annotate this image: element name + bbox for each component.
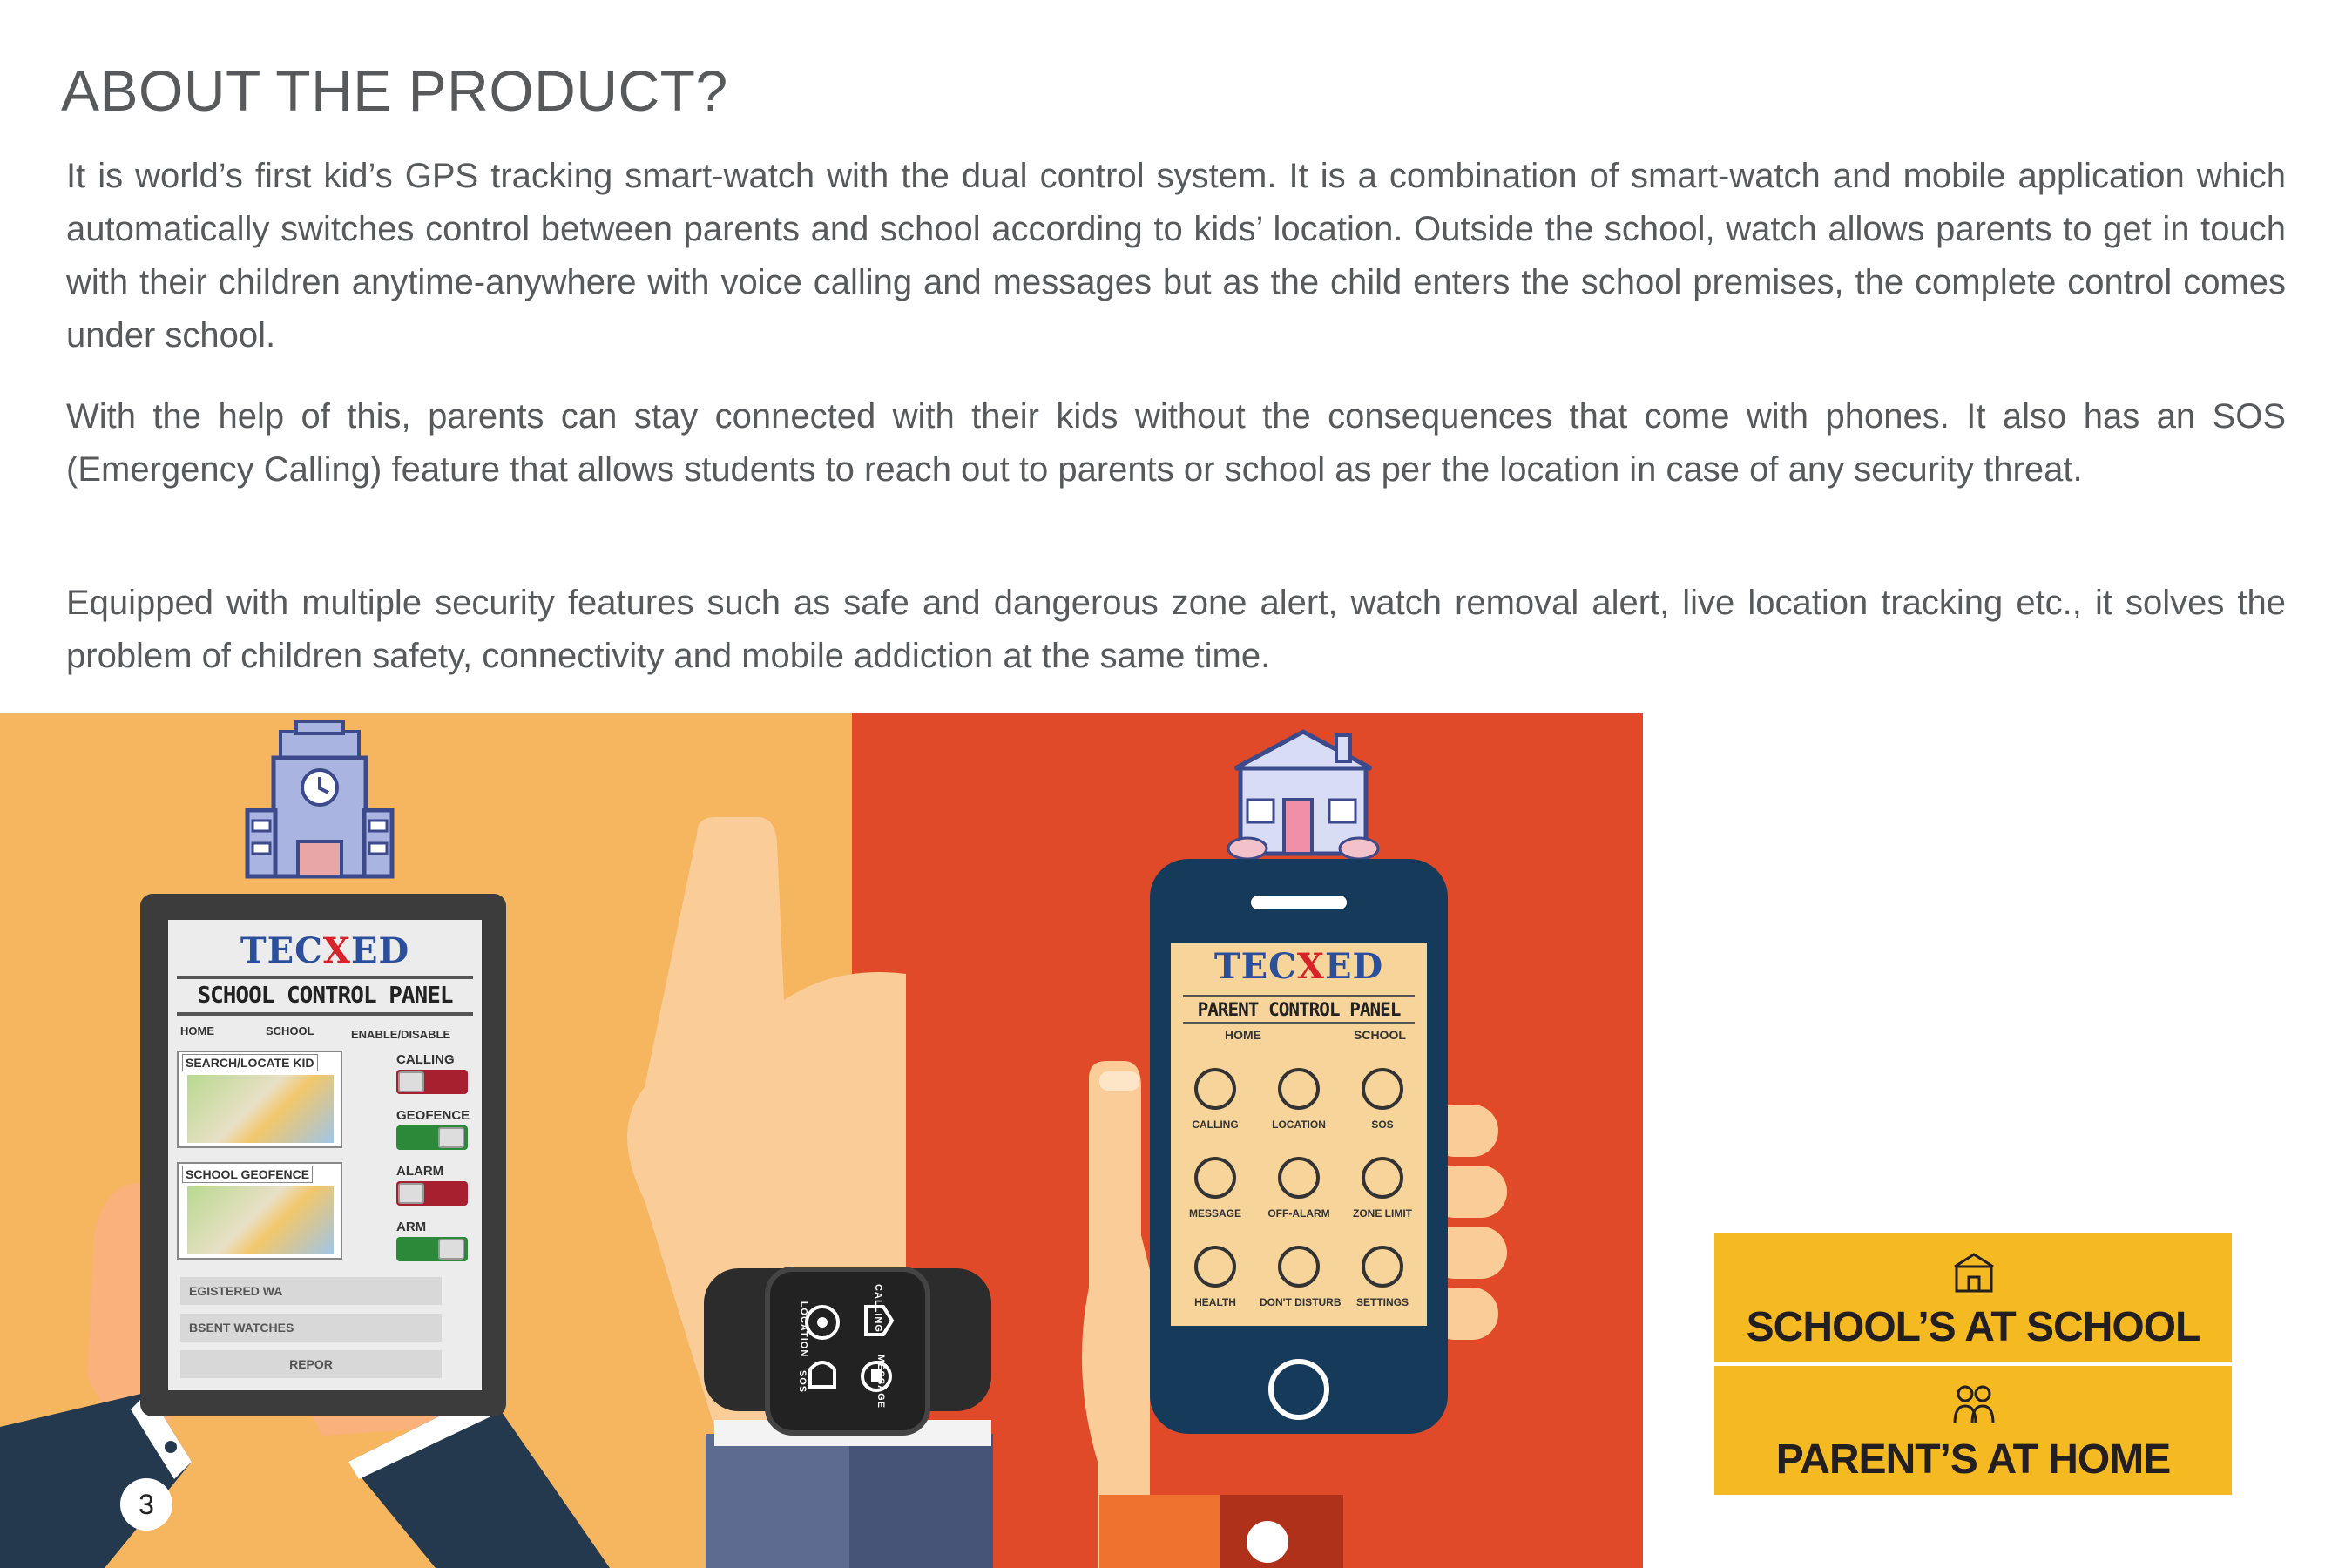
school-slogan: SCHOOL’S AT SCHOOL <box>1746 1304 2201 1350</box>
ribbon-light: ONLY <box>1988 982 2161 1056</box>
phone-speaker <box>1251 896 1347 909</box>
school-tag: SCHOOL <box>266 1024 314 1037</box>
feature-settings[interactable]: SETTINGS <box>1343 1242 1422 1308</box>
tecxed-logo: TECXED <box>1171 946 1427 987</box>
family-icon <box>1953 1385 1995 1424</box>
arm-toggle[interactable] <box>396 1237 468 1261</box>
brand-part: ED <box>350 930 410 971</box>
parent-slogan-box: PARENT’S AT HOME <box>1714 1366 2232 1495</box>
features-paragraph: Equipped with multiple security features… <box>66 584 2286 675</box>
geofence-toggle[interactable] <box>396 1125 468 1150</box>
parent-control-panel: TECXED PARENT CONTROL PANEL HOME SCHOOL … <box>1171 943 1427 1326</box>
feature-label: SETTINGS <box>1355 1296 1409 1308</box>
registered-watches-row[interactable]: EGISTERED WA <box>180 1277 442 1305</box>
feature-health[interactable]: HEALTH <box>1176 1242 1254 1308</box>
brand-part: TEC <box>1213 946 1297 987</box>
zone-map-icon <box>1358 1153 1407 1202</box>
school-tag: SCHOOL <box>1354 1028 1406 1042</box>
ribbon-headline-3: WATCH WITH <box>1738 1092 2155 1168</box>
no-entry-icon <box>1274 1242 1323 1291</box>
home-building-icon <box>1227 729 1380 861</box>
feature-label: HEALTH <box>1194 1296 1236 1308</box>
location-pin-icon <box>1274 1064 1323 1113</box>
feature-label: MESSAGE <box>1188 1207 1241 1220</box>
ribbon-headline-2: KID’S GPS TRACKING <box>1736 1048 2197 1095</box>
parent-panel-title: PARENT CONTROL PANEL <box>1183 995 1415 1024</box>
home-button[interactable] <box>1268 1359 1329 1420</box>
feature-label: LOCATION <box>1272 1119 1326 1131</box>
calling-toggle[interactable] <box>396 1070 468 1094</box>
parent-slogan: PARENT’S AT HOME <box>1775 1436 2171 1483</box>
brand-part: X <box>322 930 351 971</box>
feature-don-t-disturb[interactable]: DON'T DISTURB <box>1260 1242 1342 1308</box>
feature-label: DON'T DISTURB <box>1260 1296 1342 1308</box>
parent-phone: TECXED PARENT CONTROL PANEL HOME SCHOOL … <box>1150 859 1448 1434</box>
smartwatch-face: LOCATION CALLING SOS MESSAGE <box>765 1267 930 1436</box>
feature-label: OFF-ALARM <box>1267 1207 1330 1220</box>
ribbon-bold: WATCH <box>1738 1093 1972 1167</box>
feature-label: CALLING <box>1192 1119 1239 1131</box>
toggle-label: ALARM <box>396 1164 444 1179</box>
gear-icon <box>1358 1242 1407 1291</box>
microphone-icon <box>1191 1153 1240 1202</box>
feature-message[interactable]: MESSAGE <box>1176 1153 1254 1220</box>
brand-part: ED <box>1324 946 1384 987</box>
map-thumbnail <box>187 1186 334 1254</box>
wrist-icon <box>627 817 993 1568</box>
map-thumbnail <box>187 1075 334 1143</box>
school-control-panel: TECXED SCHOOL CONTROL PANEL HOME SCHOOL … <box>168 920 482 1390</box>
sos-paragraph: With the help of this, parents can stay … <box>66 397 2286 489</box>
watch-calling-label: CALLING <box>872 1284 883 1333</box>
watch-message-label: MESSAGE <box>875 1354 887 1409</box>
feature-zone-limit[interactable]: ZONE LIMIT <box>1343 1153 1422 1220</box>
box-label: SCHOOL GEOFENCE <box>182 1166 314 1183</box>
feature-sos[interactable]: SOS <box>1343 1064 1422 1131</box>
school-icon <box>1954 1253 1994 1293</box>
school-building-icon <box>245 720 395 879</box>
toggle-label: CALLING <box>396 1052 455 1067</box>
enable-disable-tag: ENABLE/DISABLE <box>351 1028 451 1041</box>
feature-off-alarm[interactable]: OFF-ALARM <box>1260 1153 1338 1220</box>
home-tag: HOME <box>180 1024 214 1037</box>
report-row[interactable]: REPOR <box>180 1350 442 1378</box>
location-icon <box>805 1305 840 1340</box>
school-panel-title: SCHOOL CONTROL PANEL <box>177 976 473 1016</box>
phone-icon <box>1191 1064 1240 1113</box>
school-geofence-box[interactable]: SCHOOL GEOFENCE <box>177 1162 342 1260</box>
watch-icons <box>805 1305 895 1392</box>
toggle-label: GEOFENCE <box>396 1108 470 1123</box>
heart-icon <box>1191 1242 1240 1291</box>
ribbon-divider-icon <box>1735 1187 2220 1201</box>
watch-location-label: LOCATION <box>798 1301 809 1358</box>
tecxed-logo: TECXED <box>168 930 482 971</box>
ribbon-bold: World’s <box>1738 982 1971 1056</box>
school-slogan-box: SCHOOL’S AT SCHOOL <box>1714 1233 2232 1362</box>
feature-calling[interactable]: CALLING <box>1176 1064 1254 1131</box>
page-number: 3 <box>120 1478 172 1531</box>
absent-watches-row[interactable]: BSENT WATCHES <box>180 1314 442 1342</box>
home-tag: HOME <box>1225 1028 1261 1042</box>
feature-label: ZONE LIMIT <box>1353 1207 1412 1220</box>
brand-part: X <box>1296 946 1325 987</box>
toggle-label: ARM <box>396 1220 427 1234</box>
ribbon-light: WITH <box>1989 1093 2155 1167</box>
watch-sos-label: SOS <box>797 1369 808 1394</box>
search-locate-kid-box[interactable]: SEARCH/LOCATE KID <box>177 1051 342 1148</box>
ribbon-headline-1: World’s ONLY <box>1738 981 2161 1057</box>
intro-paragraph: It is world’s first kid’s GPS tracking s… <box>66 157 2286 355</box>
alarm-toggle[interactable] <box>396 1181 468 1206</box>
feature-label: SOS <box>1371 1119 1394 1131</box>
bell-icon <box>1358 1064 1407 1113</box>
feature-location[interactable]: LOCATION <box>1260 1064 1338 1131</box>
alarm-off-icon <box>1274 1153 1323 1202</box>
sos-icon <box>808 1361 836 1389</box>
box-label: SEARCH/LOCATE KID <box>182 1054 318 1071</box>
page-title: ABOUT THE PRODUCT? <box>61 58 728 123</box>
brand-part: TEC <box>240 930 323 971</box>
school-tablet: TECXED SCHOOL CONTROL PANEL HOME SCHOOL … <box>140 894 506 1416</box>
